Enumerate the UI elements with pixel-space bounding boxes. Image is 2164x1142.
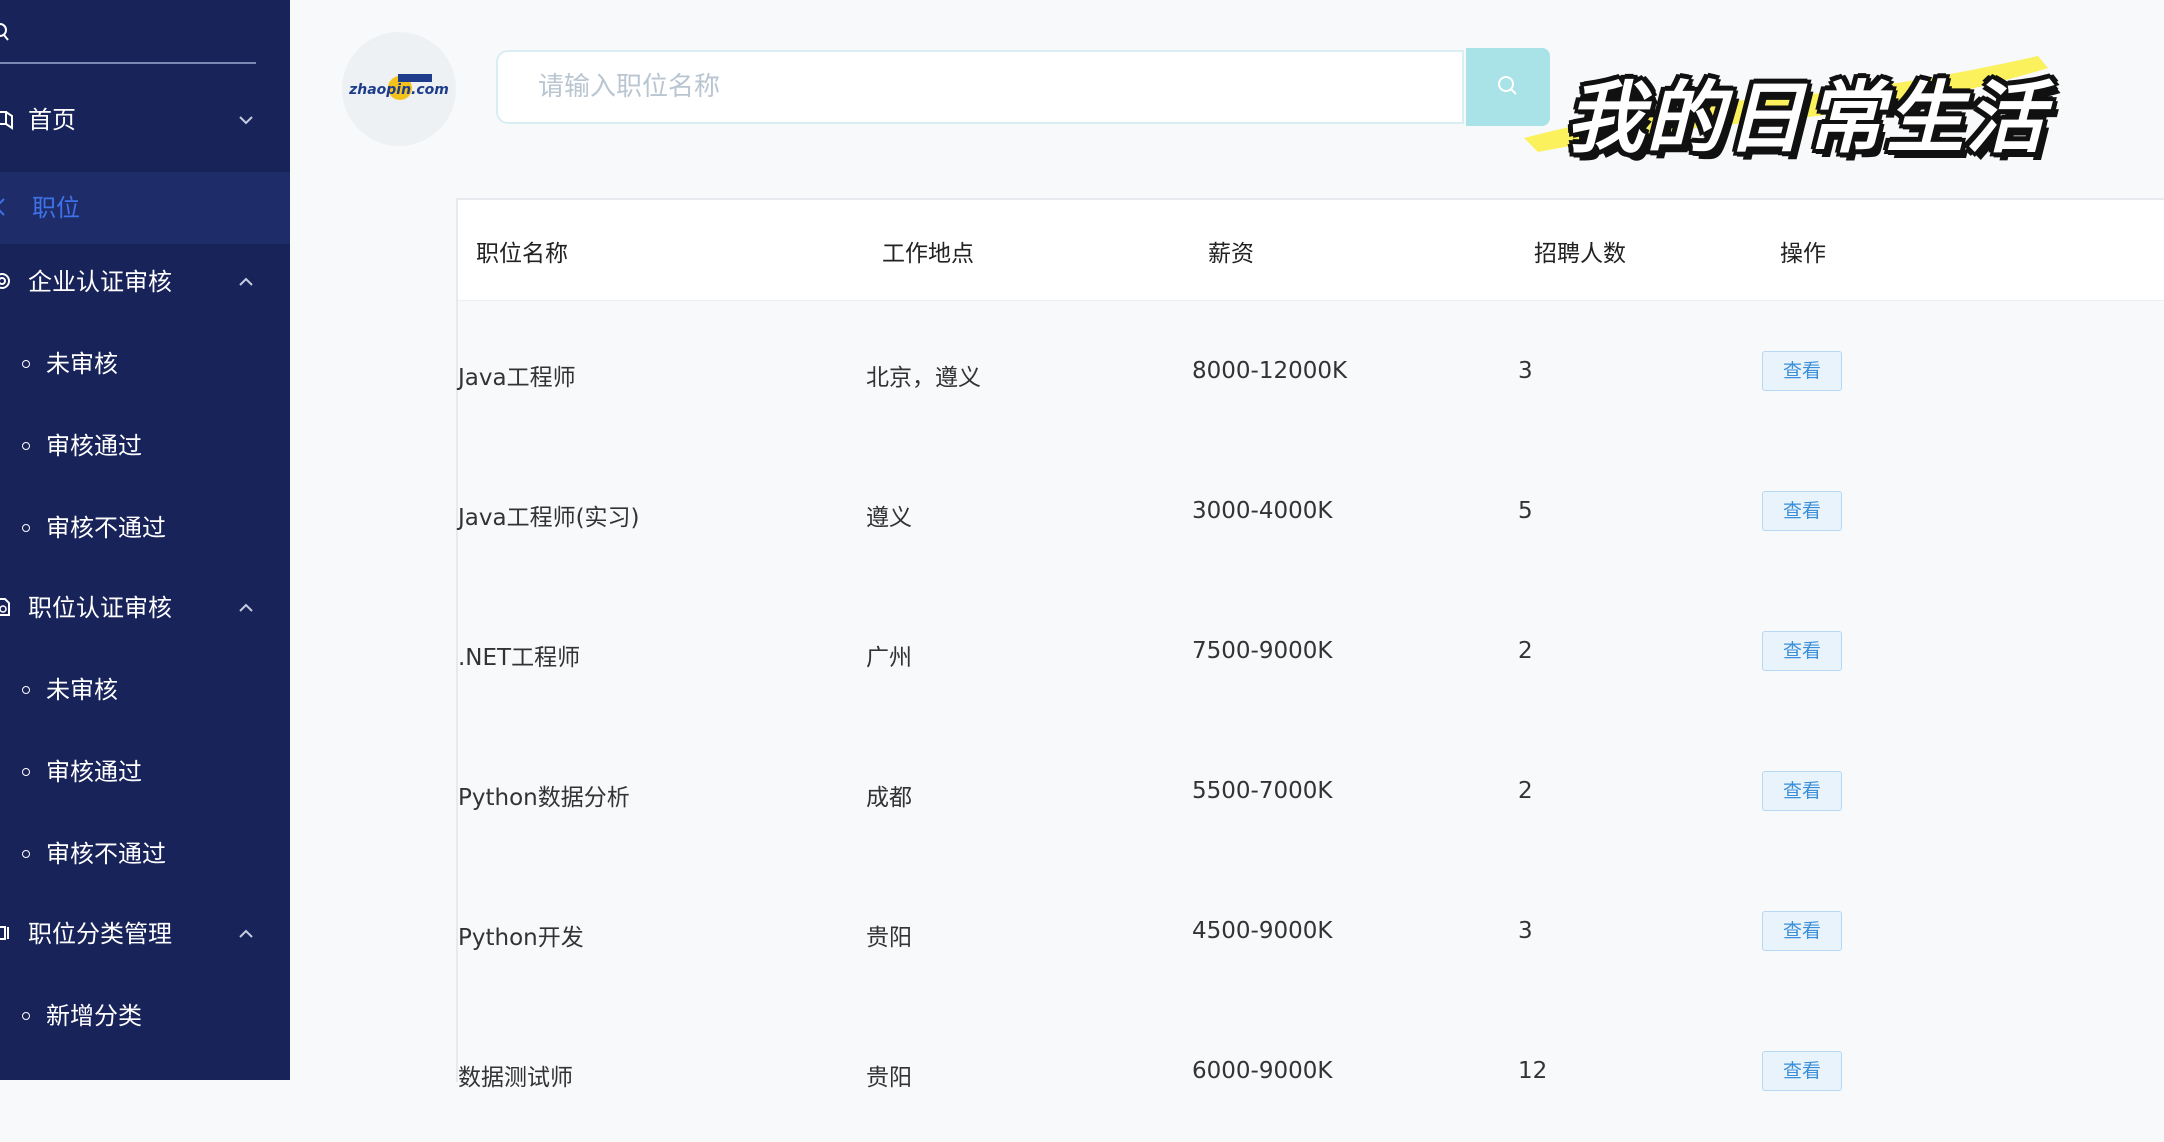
watermark-overlay: 我的日常生活 <box>1518 38 2058 164</box>
position-name: Python开发 <box>458 925 584 951</box>
position-name: Java工程师(实习) <box>458 505 640 531</box>
position-name: Java工程师 <box>458 365 576 391</box>
view-button[interactable]: 查看 <box>1762 491 1842 531</box>
watermark-text: 我的日常生活 <box>1566 74 2047 164</box>
table-header: 职位名称 工作地点 薪资 招聘人数 操作 <box>458 200 2164 301</box>
position-name: .NET工程师 <box>458 645 581 671</box>
position-location: 贵阳 <box>866 1065 912 1091</box>
sidebar-subitem-add-category[interactable]: 新增分类 <box>0 984 290 1048</box>
table-row: .NET工程师 广州 7500-9000K 2 查看 <box>458 582 2164 722</box>
column-header-name: 职位名称 <box>476 241 568 267</box>
table-row: Python开发 贵阳 4500-9000K 3 查看 <box>458 862 2164 1002</box>
position-salary: 5500-7000K <box>1192 778 1333 804</box>
sidebar-subitem-enterprise-pending[interactable]: 未审核 <box>0 332 290 396</box>
chevron-up-icon <box>239 929 253 938</box>
bullet-icon <box>22 768 30 776</box>
view-button[interactable]: 查看 <box>1762 911 1842 951</box>
position-salary: 4500-9000K <box>1192 918 1333 944</box>
table-row: Java工程师 北京，遵义 8000-12000K 3 查看 <box>458 302 2164 442</box>
table-row: Python数据分析 成都 5500-7000K 2 查看 <box>458 722 2164 862</box>
sidebar-subitem-position-pending[interactable]: 未审核 <box>0 658 290 722</box>
position-count: 12 <box>1518 1058 1548 1084</box>
view-button[interactable]: 查看 <box>1762 631 1842 671</box>
table-row: Java工程师(实习) 遵义 3000-4000K 5 查看 <box>458 442 2164 582</box>
bullet-icon <box>22 442 30 450</box>
table-row: 数据测试师 贵阳 6000-9000K 12 查看 <box>458 1002 2164 1142</box>
sidebar-item-label: 职位 <box>32 194 80 222</box>
position-location: 贵阳 <box>866 925 912 951</box>
position-count: 5 <box>1518 498 1533 524</box>
bullet-icon <box>22 360 30 368</box>
sidebar-item-enterprise-review[interactable]: 企业认证审核 <box>0 248 290 316</box>
folder-icon <box>0 926 9 940</box>
sidebar-item-label: 企业认证审核 <box>28 268 172 296</box>
sidebar: 首页 职位 企业认证审核 未审核 审核通过 审核不通过 职位认证审核 未审核 审… <box>0 0 290 1080</box>
chevron-down-icon <box>239 116 253 125</box>
position-location: 成都 <box>866 785 912 811</box>
position-count: 2 <box>1518 778 1533 804</box>
sidebar-subitem-label: 审核通过 <box>46 432 142 460</box>
sidebar-subitem-position-rejected[interactable]: 审核不通过 <box>0 822 290 886</box>
logo-text: zhaopin.com <box>348 82 449 98</box>
position-salary: 8000-12000K <box>1192 358 1348 384</box>
search-icon <box>0 23 9 41</box>
sidebar-subitem-label: 未审核 <box>46 350 118 378</box>
column-header-action: 操作 <box>1780 241 1826 267</box>
sidebar-subitem-label: 审核不通过 <box>46 514 166 542</box>
sidebar-subitem-label: 未审核 <box>46 676 118 704</box>
positions-table: 职位名称 工作地点 薪资 招聘人数 操作 Java工程师 北京，遵义 8000-… <box>456 198 2164 1091</box>
bullet-icon <box>22 850 30 858</box>
position-count: 3 <box>1518 358 1533 384</box>
logo: zhaopin.com <box>342 32 456 146</box>
sidebar-item-label: 首页 <box>28 106 76 134</box>
zhaopin-logo-icon: zhaopin.com <box>348 74 449 100</box>
position-location: 北京，遵义 <box>866 365 981 391</box>
position-name: 数据测试师 <box>458 1065 573 1091</box>
sidebar-item-positions[interactable]: 职位 <box>0 172 290 244</box>
bullet-icon <box>22 1012 30 1020</box>
sidebar-item-label: 职位分类管理 <box>28 920 172 948</box>
search-icon <box>1498 76 1517 95</box>
sidebar-subitem-enterprise-approved[interactable]: 审核通过 <box>0 414 290 478</box>
sidebar-subitem-label: 审核不通过 <box>46 840 166 868</box>
column-header-location: 工作地点 <box>882 241 974 267</box>
view-button[interactable]: 查看 <box>1762 351 1842 391</box>
column-header-count: 招聘人数 <box>1534 241 1626 267</box>
sidebar-item-home[interactable]: 首页 <box>0 86 290 154</box>
document-icon <box>0 598 10 616</box>
sidebar-subitem-position-approved[interactable]: 审核通过 <box>0 740 290 804</box>
position-location: 遵义 <box>866 505 912 531</box>
sidebar-search-field[interactable] <box>0 10 256 64</box>
sidebar-subitem-enterprise-rejected[interactable]: 审核不通过 <box>0 496 290 560</box>
bullet-icon <box>22 686 30 694</box>
target-icon <box>0 273 10 289</box>
position-count: 2 <box>1518 638 1533 664</box>
sidebar-item-label: 职位认证审核 <box>28 594 172 622</box>
sidebar-item-position-review[interactable]: 职位认证审核 <box>0 574 290 642</box>
bullet-icon <box>22 524 30 532</box>
column-header-salary: 薪资 <box>1208 241 1254 267</box>
position-count: 3 <box>1518 918 1533 944</box>
sidebar-subitem-label: 新增分类 <box>46 1002 142 1030</box>
sidebar-subitem-label: 审核通过 <box>46 758 142 786</box>
view-button[interactable]: 查看 <box>1762 771 1842 811</box>
position-name: Python数据分析 <box>458 785 630 811</box>
chevron-up-icon <box>239 277 253 286</box>
chevron-left-icon <box>0 198 5 216</box>
sidebar-item-category-management[interactable]: 职位分类管理 <box>0 900 290 968</box>
home-icon <box>0 111 13 130</box>
chevron-up-icon <box>239 603 253 612</box>
position-search-input[interactable] <box>496 50 1464 124</box>
position-location: 广州 <box>866 645 912 671</box>
view-button[interactable]: 查看 <box>1762 1051 1842 1091</box>
position-salary: 7500-9000K <box>1192 638 1333 664</box>
position-salary: 6000-9000K <box>1192 1058 1333 1084</box>
position-salary: 3000-4000K <box>1192 498 1333 524</box>
